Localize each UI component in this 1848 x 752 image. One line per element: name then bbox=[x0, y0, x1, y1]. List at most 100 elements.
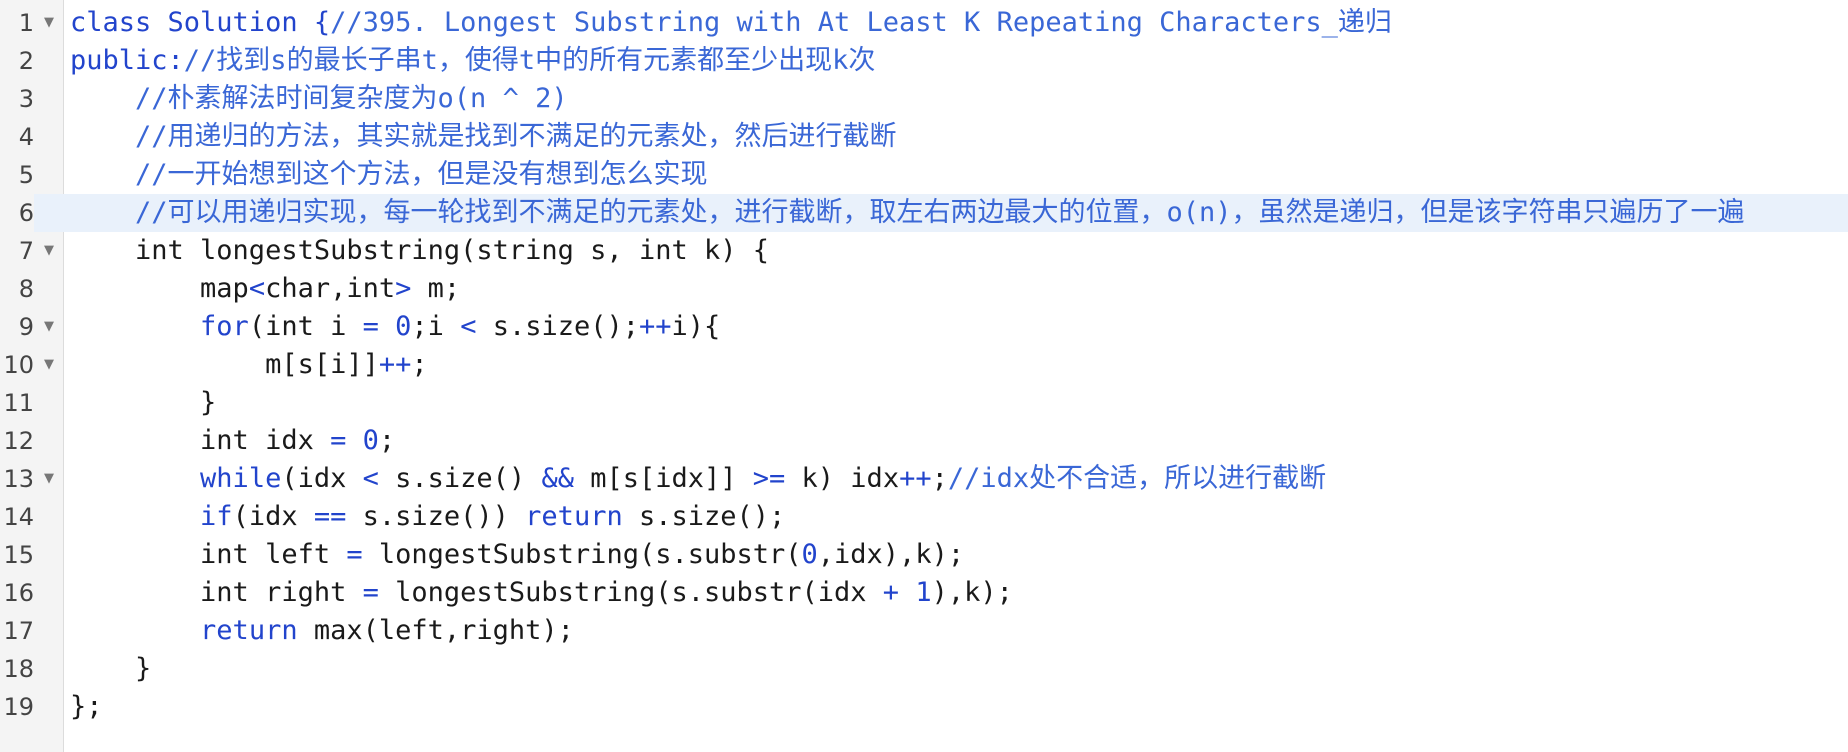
code-line-active[interactable]: 6 //可以用递归实现，每一轮找到不满足的元素处，进行截断，取左右两边最大的位置… bbox=[0, 194, 1848, 232]
code-text[interactable]: //可以用递归实现，每一轮找到不满足的元素处，进行截断，取左右两边最大的位置，o… bbox=[70, 194, 1745, 232]
code-text[interactable]: return max(left,right); bbox=[70, 612, 574, 650]
code-text[interactable]: //朴素解法时间复杂度为o(n ^ 2) bbox=[70, 80, 568, 118]
code-text[interactable]: } bbox=[70, 650, 151, 688]
code-token: s.size()) bbox=[346, 501, 526, 532]
code-token: ),k); bbox=[931, 577, 1013, 608]
code-line[interactable]: 11 } bbox=[0, 384, 1848, 422]
code-token: m[s[idx]] bbox=[573, 463, 753, 494]
code-token: int left bbox=[70, 539, 347, 570]
code-area[interactable]: 1 ▼ class Solution {//395. Longest Substri… bbox=[0, 4, 1848, 726]
code-line[interactable]: 2 public://找到s的最长子串t，使得t中的所有元素都至少出现k次 bbox=[0, 42, 1848, 80]
code-line[interactable]: 5 //一开始想到这个方法，但是没有想到怎么实现 bbox=[0, 156, 1848, 194]
line-number: 2 bbox=[18, 47, 34, 75]
line-number: 12 bbox=[3, 427, 34, 455]
code-text[interactable]: int idx = 0; bbox=[70, 422, 395, 460]
line-number: 8 bbox=[18, 275, 34, 303]
code-operator: == bbox=[313, 501, 347, 532]
code-token: i){ bbox=[671, 311, 721, 342]
code-text[interactable]: public://找到s的最长子串t，使得t中的所有元素都至少出现k次 bbox=[70, 42, 875, 80]
code-line[interactable]: 9 ▼ for(int i = 0;i < s.size();++i){ bbox=[0, 308, 1848, 346]
code-keyword: return bbox=[200, 615, 298, 646]
code-line[interactable]: 17 return max(left,right); bbox=[0, 612, 1848, 650]
code-line[interactable]: 8 map<char,int> m; bbox=[0, 270, 1848, 308]
line-number: 5 bbox=[18, 161, 34, 189]
line-number: 16 bbox=[3, 579, 34, 607]
code-token: (idx bbox=[281, 463, 363, 494]
code-line[interactable]: 14 if(idx == s.size()) return s.size(); bbox=[0, 498, 1848, 536]
code-text[interactable]: //用递归的方法，其实就是找到不满足的元素处，然后进行截断 bbox=[70, 118, 897, 156]
fold-arrow-icon[interactable]: ▼ bbox=[39, 346, 59, 384]
code-token: m[s[i]] bbox=[70, 349, 379, 380]
code-operator: && bbox=[541, 463, 574, 494]
code-line[interactable]: 10 ▼ m[s[i]]++; bbox=[0, 346, 1848, 384]
code-number: 1 bbox=[915, 577, 932, 608]
line-number: 11 bbox=[3, 389, 34, 417]
code-line[interactable]: 1 ▼ class Solution {//395. Longest Substri… bbox=[0, 4, 1848, 42]
line-number: 19 bbox=[3, 693, 34, 721]
code-editor[interactable]: 1 ▼ class Solution {//395. Longest Substri… bbox=[0, 0, 1848, 752]
code-line[interactable]: 16 int right = longestSubstring(s.substr… bbox=[0, 574, 1848, 612]
code-text[interactable]: map<char,int> m; bbox=[70, 270, 460, 308]
code-text[interactable]: while(idx < s.size() && m[s[idx]] >= k) … bbox=[70, 460, 1326, 498]
line-number: 3 bbox=[18, 85, 34, 113]
code-operator: >= bbox=[752, 463, 786, 494]
code-operator: = bbox=[362, 311, 379, 342]
code-token: } bbox=[70, 653, 152, 684]
line-number: 17 bbox=[3, 617, 34, 645]
code-number: 0 bbox=[801, 539, 818, 570]
code-operator: + bbox=[882, 577, 900, 608]
fold-arrow-icon[interactable]: ▼ bbox=[39, 232, 59, 270]
code-line[interactable]: 4 //用递归的方法，其实就是找到不满足的元素处，然后进行截断 bbox=[0, 118, 1848, 156]
code-text[interactable]: int longestSubstring(string s, int k) { bbox=[70, 232, 769, 270]
code-text[interactable]: } bbox=[70, 384, 216, 422]
code-text[interactable]: for(int i = 0;i < s.size();++i){ bbox=[70, 308, 720, 346]
code-operator: > bbox=[395, 273, 412, 304]
line-number: 13 bbox=[3, 465, 34, 493]
fold-arrow-icon[interactable]: ▼ bbox=[39, 4, 59, 42]
code-text[interactable]: m[s[i]]++; bbox=[70, 346, 428, 384]
code-comment: //395. Longest Substring with At Least K… bbox=[330, 7, 1392, 38]
code-line[interactable]: 13 ▼ while(idx < s.size() && m[s[idx]] >=… bbox=[0, 460, 1848, 498]
code-token: ; bbox=[931, 463, 948, 494]
line-number: 1 bbox=[18, 9, 34, 37]
code-line[interactable]: 15 int left = longestSubstring(s.substr(… bbox=[0, 536, 1848, 574]
code-comment: //一开始想到这个方法，但是没有想到怎么实现 bbox=[135, 159, 708, 190]
code-operator: < bbox=[248, 273, 266, 304]
code-text[interactable]: int right = longestSubstring(s.substr(id… bbox=[70, 574, 1013, 612]
code-token: ;i bbox=[411, 311, 461, 342]
code-token: int longestSubstring(string s, int k) { bbox=[70, 235, 769, 266]
code-line[interactable]: 12 int idx = 0; bbox=[0, 422, 1848, 460]
code-token: max(left,right); bbox=[297, 615, 574, 646]
code-token: ,idx),k); bbox=[817, 539, 965, 570]
code-token: s.size(); bbox=[476, 311, 640, 342]
code-comment: //找到s的最长子串t，使得t中的所有元素都至少出现k次 bbox=[183, 45, 876, 76]
code-token: int idx bbox=[70, 425, 331, 456]
fold-arrow-icon[interactable]: ▼ bbox=[39, 460, 59, 498]
code-token: char,int bbox=[265, 273, 396, 304]
code-text[interactable]: int left = longestSubstring(s.substr(0,i… bbox=[70, 536, 964, 574]
line-number: 7 bbox=[18, 237, 34, 265]
code-number: 0 bbox=[395, 311, 412, 342]
code-token: k) idx bbox=[785, 463, 900, 494]
code-text[interactable]: class Solution {//395. Longest Substring… bbox=[70, 4, 1392, 42]
code-keyword: public: bbox=[70, 45, 184, 76]
code-text[interactable]: //一开始想到这个方法，但是没有想到怎么实现 bbox=[70, 156, 708, 194]
code-text[interactable]: if(idx == s.size()) return s.size(); bbox=[70, 498, 785, 536]
fold-arrow-icon[interactable]: ▼ bbox=[39, 308, 59, 346]
code-token: int right bbox=[70, 577, 363, 608]
line-number: 14 bbox=[3, 503, 34, 531]
code-text[interactable]: }; bbox=[70, 688, 103, 726]
code-line[interactable]: 18 } bbox=[0, 650, 1848, 688]
code-line[interactable]: 7 ▼ int longestSubstring(string s, int k)… bbox=[0, 232, 1848, 270]
code-line[interactable]: 19}; bbox=[0, 688, 1848, 726]
code-line[interactable]: 3 //朴素解法时间复杂度为o(n ^ 2) bbox=[0, 80, 1848, 118]
code-comment: //idx处不合适，所以进行截断 bbox=[947, 463, 1327, 494]
